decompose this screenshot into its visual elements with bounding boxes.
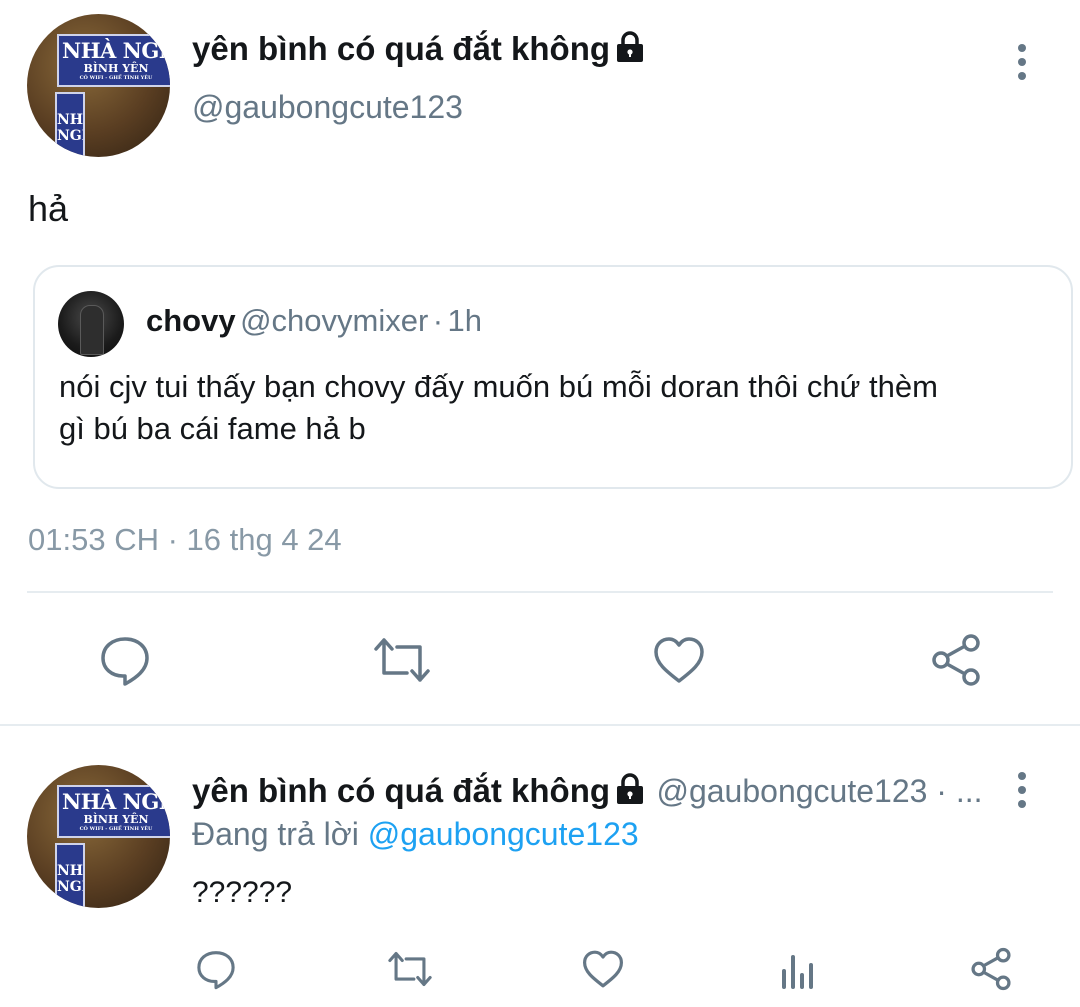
quoted-tweet[interactable]: chovy @chovymixer · 1h nói cjv tui thấy …: [33, 265, 1073, 489]
avatar-side-sign-text: NHÀ NGHỈ: [57, 863, 83, 896]
reply-handle-meta: @gaubongcute123 · ...: [656, 773, 983, 809]
share-button[interactable]: [928, 632, 984, 688]
replying-mention-link[interactable]: @gaubongcute123: [368, 816, 639, 852]
quote-avatar-figure: [80, 305, 104, 355]
retweet-icon: [388, 951, 432, 987]
like-button[interactable]: [580, 947, 626, 991]
avatar-sign-line2: BÌNH YÊN: [83, 813, 149, 826]
more-options-icon[interactable]: [1015, 772, 1029, 808]
avatar-sign-line1: NHÀ NGHỈ: [62, 38, 170, 63]
quote-separator: ·: [432, 303, 444, 338]
quote-text: nói cjv tui thấy bạn chovy đấy muốn bú m…: [59, 369, 938, 446]
avatar-sign-line1: NHÀ NGHỈ: [62, 789, 170, 814]
reply-header[interactable]: yên bình có quá đắt không @gaubongcute12…: [192, 772, 992, 810]
share-button[interactable]: [968, 947, 1014, 991]
lock-icon: [617, 31, 644, 62]
reply-button[interactable]: [97, 632, 153, 688]
avatar-sign-line3: CÓ WIFI - GHẾ TÌNH YÊU: [79, 826, 153, 832]
quote-handle: @chovymixer: [240, 303, 429, 338]
analytics-button[interactable]: [776, 947, 820, 991]
avatar-side-sign-text: NHÀ NGHỈ: [57, 112, 83, 145]
retweet-button[interactable]: [370, 632, 434, 688]
avatar-sign-line2: BÌNH YÊN: [83, 62, 149, 75]
divider: [27, 591, 1053, 593]
like-icon: [583, 950, 623, 988]
lock-icon: [617, 773, 644, 804]
like-button[interactable]: [651, 632, 707, 688]
tweet-text: hả: [28, 188, 69, 229]
reply-icon: [197, 951, 235, 990]
reply-text: ??????: [192, 876, 293, 909]
avatar[interactable]: NHÀ NGHỈ BÌNH YÊN CÓ WIFI - GHẾ TÌNH YÊU…: [27, 14, 170, 157]
quote-avatar: [58, 291, 124, 357]
retweet-icon: [374, 638, 430, 682]
handle[interactable]: @gaubongcute123: [192, 89, 463, 126]
quote-time: 1h: [447, 303, 483, 338]
reply-avatar[interactable]: NHÀ NGHỈ BÌNH YÊN CÓ WIFI - GHẾ TÌNH YÊU…: [27, 765, 170, 908]
avatar-sign-line3: CÓ WIFI - GHẾ TÌNH YÊU: [79, 75, 153, 81]
share-icon: [932, 634, 980, 686]
timestamp[interactable]: 01:53 CH · 16 thg 4 24: [28, 522, 342, 558]
avatar-sign: NHÀ NGHỈ BÌNH YÊN CÓ WIFI - GHẾ TÌNH YÊU: [57, 34, 170, 87]
reply-display-name: yên bình có quá đắt không: [192, 772, 611, 809]
replying-prefix: Đang trả lời: [192, 816, 359, 852]
divider: [0, 724, 1080, 726]
reply-icon: [101, 637, 149, 686]
avatar-side-sign: NHÀ NGHỈ: [55, 843, 85, 908]
replying-to: Đang trả lời @gaubongcute123: [192, 816, 639, 853]
quote-display-name: chovy: [146, 303, 236, 338]
avatar-sign: NHÀ NGHỈ BÌNH YÊN CÓ WIFI - GHẾ TÌNH YÊU: [57, 785, 170, 838]
display-name-text: yên bình có quá đắt không: [192, 30, 611, 67]
share-icon: [971, 947, 1011, 991]
reply-button[interactable]: [194, 947, 238, 991]
like-icon: [654, 637, 704, 683]
analytics-icon: [782, 955, 813, 989]
more-options-icon[interactable]: [1015, 44, 1029, 80]
avatar-side-sign: NHÀ NGHỈ: [55, 92, 85, 157]
retweet-button[interactable]: [385, 947, 435, 991]
quote-header: chovy @chovymixer · 1h: [146, 303, 482, 339]
display-name[interactable]: yên bình có quá đắt không: [192, 30, 646, 68]
